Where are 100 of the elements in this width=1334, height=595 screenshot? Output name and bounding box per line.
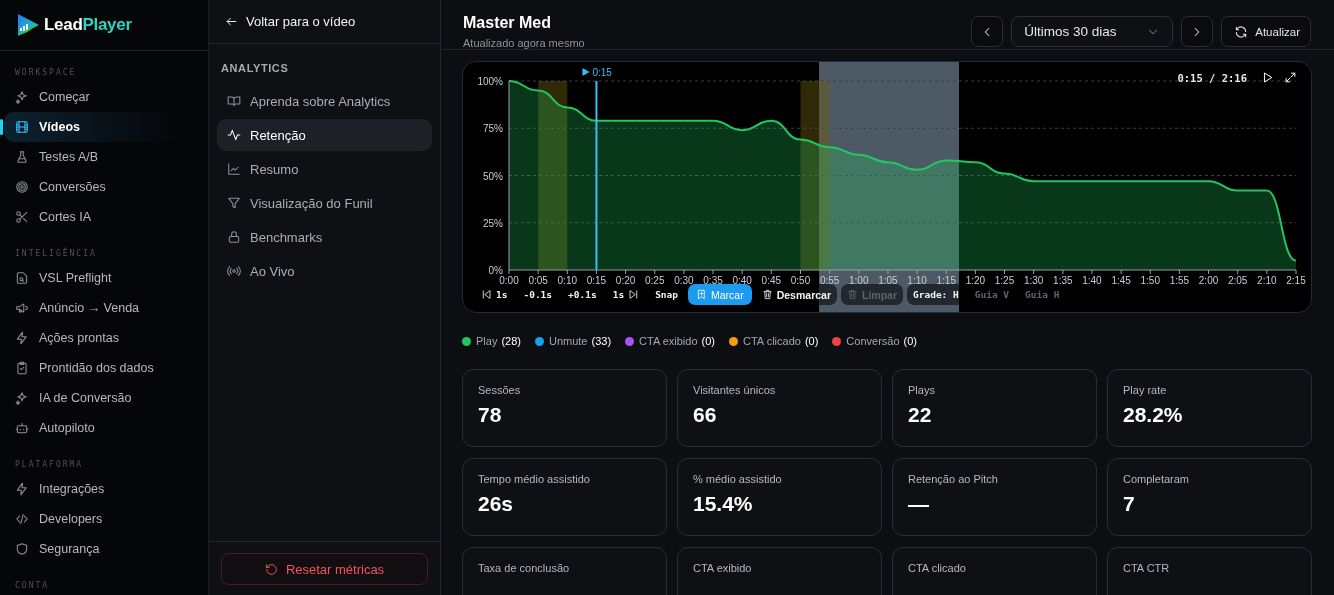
axis-tick-label: 2:15	[1286, 275, 1306, 286]
axis-tick-label: 0:55	[819, 275, 840, 286]
logo-text: LeadPlayer	[44, 15, 132, 35]
lightning-icon	[15, 331, 29, 345]
axis-tick-label: 1:00	[849, 275, 869, 286]
axis-tick-label: 0%	[488, 265, 503, 276]
section-heading: WORKSPACE	[14, 67, 78, 79]
clipboard-icon	[15, 361, 29, 375]
sidebar-item[interactable]: Segurança	[4, 534, 178, 564]
metric-value: 66	[693, 403, 718, 427]
nav-item[interactable]: Benchmarks	[217, 221, 432, 253]
sidebar-item[interactable]: Developers	[4, 504, 178, 534]
sidebar-item[interactable]: Autopiloto	[4, 413, 178, 443]
axis-tick-label: 1:45	[1111, 275, 1131, 286]
robot-icon	[15, 421, 29, 435]
axis-tick-label: 0:35	[703, 275, 723, 286]
code-icon	[15, 512, 29, 526]
axis-tick-label: 1:35	[1053, 275, 1073, 286]
axis-tick-label: 100%	[477, 76, 503, 87]
axis-tick-label: 1:15	[936, 275, 956, 286]
sidebar-item[interactable]: Prontidão dos dados	[4, 353, 178, 383]
metric-label: Retenção ao Pitch	[908, 473, 999, 485]
nav-item[interactable]: Ao Vivo	[217, 255, 432, 287]
lock-icon	[227, 230, 241, 244]
sidebar-item[interactable]: Cortes IA	[4, 202, 178, 232]
metric-value: 15.4%	[693, 492, 754, 516]
flask-icon	[15, 150, 29, 164]
nav-item[interactable]: Visualização do Funil	[217, 187, 432, 219]
logo-icon	[15, 12, 41, 38]
date-range-select[interactable]: Últimos 30 dias	[1011, 16, 1174, 47]
sidebar-item[interactable]: Conversões	[4, 172, 178, 202]
sparkle-icon	[15, 391, 29, 405]
axis-tick-label: 0:30	[674, 275, 694, 286]
sidebar-item[interactable]: VSL Preflight	[4, 263, 178, 293]
axis-tick-label: 1:30	[1023, 275, 1044, 286]
film-icon	[15, 120, 29, 134]
refresh-icon	[1234, 24, 1249, 39]
pulse-icon	[227, 128, 241, 142]
target-icon	[15, 180, 29, 194]
axis-tick-label: 0:45	[761, 275, 782, 286]
axis-tick-label: 0:25	[645, 275, 665, 286]
axis-tick-label: 0:50	[790, 275, 811, 286]
lightning-icon	[15, 482, 29, 496]
axis-tick-label: 25%	[483, 217, 503, 229]
playhead-time: 0:15	[592, 67, 612, 78]
legend-label: CTA exibido	[639, 335, 698, 347]
document-icon	[15, 271, 29, 285]
shield-icon	[15, 542, 29, 556]
axis-tick-label: 1:55	[1169, 275, 1190, 286]
trash-icon	[847, 289, 858, 300]
axis-tick-label: 2:00	[1198, 275, 1219, 286]
line-chart-icon	[227, 162, 241, 176]
legend-label: Conversão	[846, 335, 900, 347]
update-status: Atualizado agora mesmo	[463, 37, 585, 49]
fullscreen-icon	[1284, 71, 1297, 84]
sidebar-item[interactable]: IA de Conversão	[4, 383, 178, 413]
legend-label: CTA clicado	[743, 335, 801, 347]
sidebar-item[interactable]: Anúncio → Venda	[4, 293, 178, 323]
bookmark-icon	[696, 289, 707, 300]
refresh-button[interactable]: Atualizar	[1221, 16, 1311, 47]
nav-item[interactable]: Resumo	[217, 153, 432, 185]
metric-label: CTA exibido	[693, 562, 753, 574]
axis-tick-label: 1:50	[1140, 275, 1160, 286]
metric-label: CTA clicado	[908, 562, 967, 574]
reset-button[interactable]: Resetar métricas	[221, 553, 428, 585]
metric-label: Tempo médio assistido	[478, 473, 591, 485]
play-button[interactable]	[1261, 71, 1274, 84]
sidebar-item[interactable]: Integrações	[4, 474, 178, 504]
sidebar-item[interactable]: Começar	[4, 82, 178, 112]
legend-count: (33)	[591, 335, 612, 347]
scissors-icon	[15, 210, 29, 224]
step-back-icon	[481, 289, 492, 300]
legend-label: Unmute	[548, 335, 588, 347]
sidebar-item[interactable]: Ações prontas	[4, 323, 178, 353]
metric-value: —	[908, 492, 930, 516]
axis-tick-label: 50%	[483, 170, 503, 182]
metric-value: 28.2%	[1123, 403, 1184, 427]
legend-count: (28)	[501, 335, 521, 347]
step-forward-icon	[628, 289, 640, 300]
axis-tick-label: 1:25	[994, 275, 1015, 286]
axis-tick-label: 1:10	[907, 275, 927, 286]
axis-tick-label: 2:10	[1257, 275, 1277, 286]
axis-tick-label: 0:15	[586, 275, 607, 286]
megaphone-icon	[15, 301, 29, 315]
metric-label: Visitantes únicos	[693, 384, 777, 396]
back-link[interactable]: Voltar para o vídeo	[225, 14, 356, 29]
axis-tick-label: 75%	[483, 123, 503, 135]
sidebar-item[interactable]: Testes A/B	[4, 142, 178, 172]
broadcast-icon	[227, 264, 241, 278]
metric-value: 7	[1123, 492, 1136, 516]
sparkle-icon	[15, 90, 29, 104]
fullscreen-button[interactable]	[1284, 71, 1297, 84]
legend-label: Play	[476, 335, 498, 347]
nav-item[interactable]: Aprenda sobre Analytics	[217, 85, 432, 117]
nav-item[interactable]: Retenção	[217, 119, 432, 151]
section-heading: PLATAFORMA	[14, 459, 85, 471]
legend-count: (0)	[804, 335, 819, 347]
metric-label: CTA CTR	[1123, 562, 1171, 574]
arrow-left-icon	[225, 15, 238, 28]
axis-tick-label: 0:10	[557, 275, 578, 286]
